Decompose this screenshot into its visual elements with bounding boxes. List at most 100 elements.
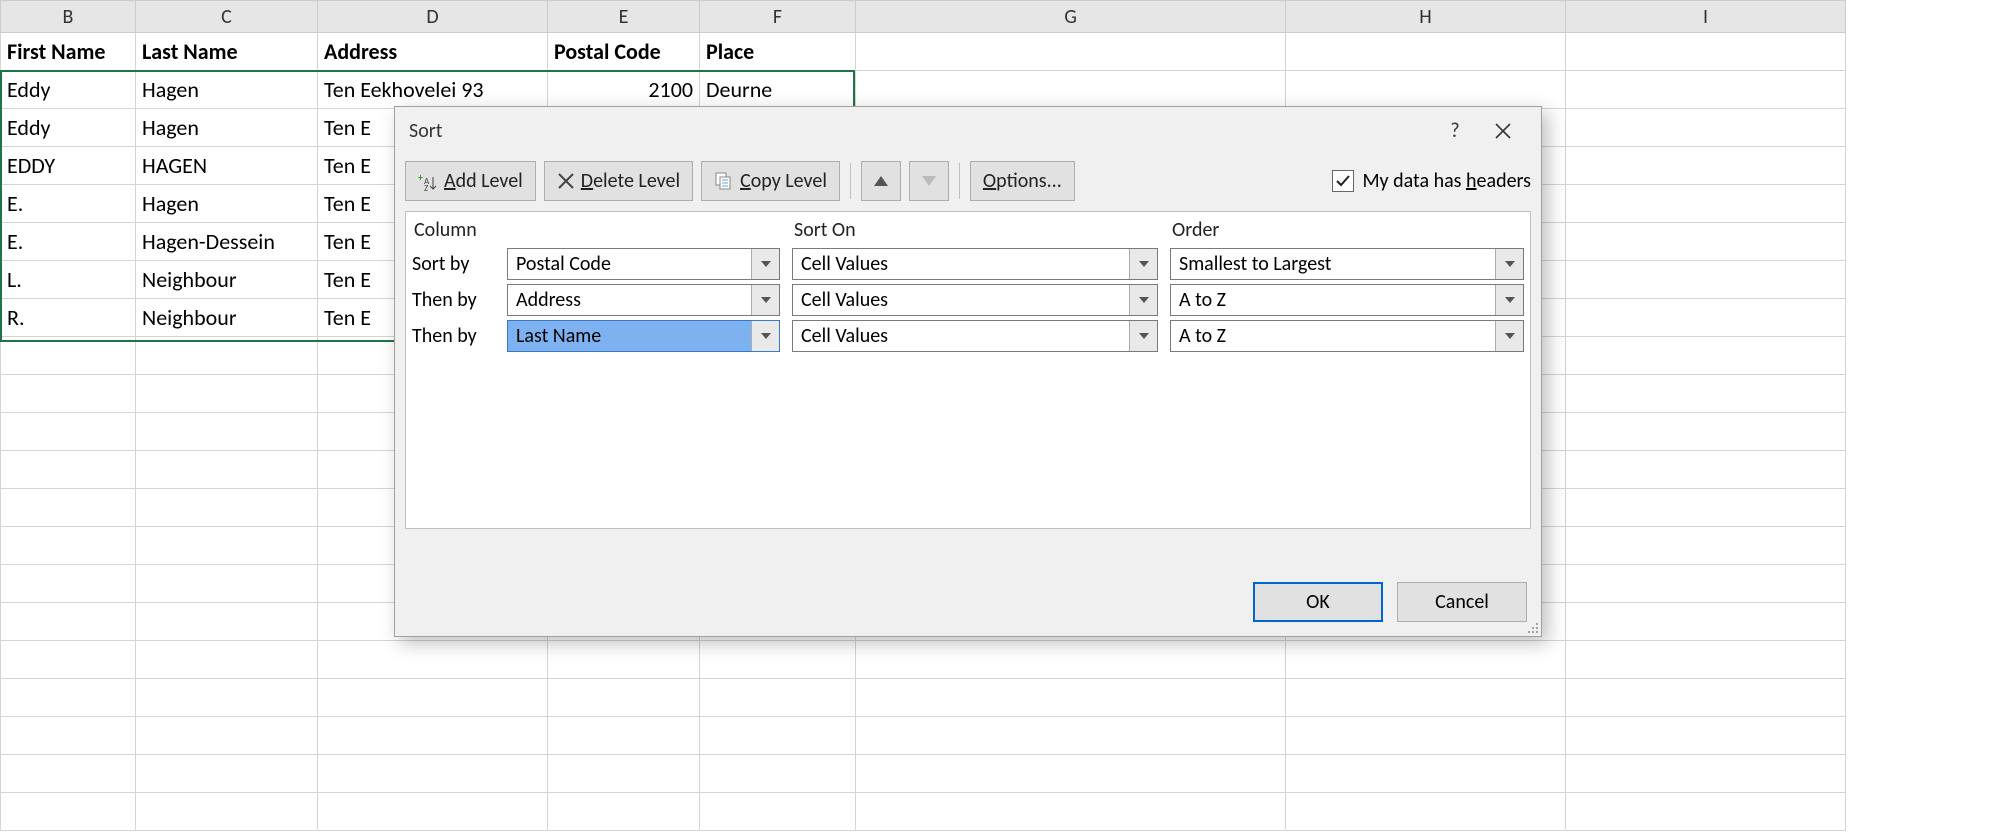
- active-cell[interactable]: Hagen: [136, 71, 318, 109]
- sort-level-label: Sort by: [406, 246, 501, 282]
- sort-level-row[interactable]: Then by Last Name Cell Values A to Z: [406, 318, 1530, 354]
- sort-order-combo[interactable]: A to Z: [1170, 284, 1524, 316]
- delete-level-button[interactable]: Delete Level: [544, 161, 693, 201]
- delete-level-icon: [557, 172, 575, 190]
- hdr-last-name[interactable]: Last Name: [136, 33, 318, 71]
- options-button[interactable]: Options...: [970, 161, 1075, 201]
- col-header-F[interactable]: F: [700, 1, 856, 33]
- headers-checkbox-label: My data has headers: [1362, 169, 1531, 193]
- sort-level-label: Then by: [406, 318, 501, 354]
- add-level-button[interactable]: + A Z Add Level: [405, 161, 536, 201]
- table-row[interactable]: [1, 717, 1846, 755]
- col-header-B[interactable]: B: [1, 1, 136, 33]
- cell[interactable]: Hagen: [136, 185, 318, 223]
- sort-order-value: A to Z: [1171, 321, 1495, 351]
- table-row[interactable]: [1, 793, 1846, 831]
- check-icon: [1335, 173, 1351, 189]
- delete-level-label: Delete Level: [581, 169, 680, 193]
- col-header-C[interactable]: C: [136, 1, 318, 33]
- cell[interactable]: E.: [1, 223, 136, 261]
- cell[interactable]: HAGEN: [136, 147, 318, 185]
- move-down-button[interactable]: [909, 161, 949, 201]
- cell[interactable]: R.: [1, 299, 136, 337]
- cell[interactable]: Eddy: [1, 109, 136, 147]
- sort-column-combo[interactable]: Address: [507, 284, 780, 316]
- column-header: Column: [406, 212, 691, 246]
- svg-text:Z: Z: [424, 183, 428, 191]
- table-row[interactable]: Eddy Hagen Ten Eekhovelei 93 2100 Deurne: [1, 71, 1846, 109]
- column-header-row[interactable]: B C D E F G H I: [1, 1, 1846, 33]
- sort-order-value: A to Z: [1171, 285, 1495, 315]
- chevron-down-icon: [1495, 321, 1523, 351]
- cell[interactable]: L.: [1, 261, 136, 299]
- copy-level-button[interactable]: Copy Level: [701, 161, 840, 201]
- hdr-address[interactable]: Address: [318, 33, 548, 71]
- chevron-down-icon: [751, 249, 779, 279]
- add-level-icon: + A Z: [418, 171, 438, 191]
- move-up-icon: [874, 176, 888, 186]
- sort-on-combo[interactable]: Cell Values: [792, 284, 1158, 316]
- sort-dialog: Sort ? + A Z Add Level Delete Level: [394, 106, 1542, 637]
- separator: [850, 163, 851, 199]
- sort-column-combo[interactable]: Postal Code: [507, 248, 780, 280]
- col-header-E[interactable]: E: [548, 1, 700, 33]
- options-label: Options...: [983, 169, 1062, 193]
- ok-button[interactable]: OK: [1253, 582, 1383, 622]
- sort-level-label: Then by: [406, 282, 501, 318]
- chevron-down-icon: [1129, 321, 1157, 351]
- sort-order-combo[interactable]: A to Z: [1170, 320, 1524, 352]
- col-header-G[interactable]: G: [856, 1, 1286, 33]
- cell[interactable]: Hagen-Dessein: [136, 223, 318, 261]
- sort-order-combo[interactable]: Smallest to Largest: [1170, 248, 1524, 280]
- add-level-label: Add Level: [444, 169, 523, 193]
- sort-level-row[interactable]: Then by Address Cell Values A to Z: [406, 282, 1530, 318]
- hdr-postal[interactable]: Postal Code: [548, 33, 700, 71]
- svg-text:+: +: [418, 171, 423, 184]
- move-up-button[interactable]: [861, 161, 901, 201]
- sort-column-combo[interactable]: Last Name: [507, 320, 780, 352]
- move-down-icon: [922, 176, 936, 186]
- sort-column-value: Postal Code: [508, 249, 751, 279]
- chevron-down-icon: [1129, 285, 1157, 315]
- chevron-down-icon: [751, 285, 779, 315]
- cell[interactable]: 2100: [548, 71, 700, 109]
- dialog-title: Sort: [409, 119, 1431, 143]
- close-icon: [1495, 123, 1511, 139]
- cell[interactable]: EDDY: [1, 147, 136, 185]
- col-header-H[interactable]: H: [1286, 1, 1566, 33]
- cell[interactable]: Deurne: [700, 71, 856, 109]
- dialog-titlebar[interactable]: Sort ?: [395, 107, 1541, 155]
- cell[interactable]: Hagen: [136, 109, 318, 147]
- table-row[interactable]: [1, 679, 1846, 717]
- col-header-D[interactable]: D: [318, 1, 548, 33]
- sort-on-combo[interactable]: Cell Values: [792, 320, 1158, 352]
- chevron-down-icon: [1495, 285, 1523, 315]
- sorton-header: Sort On: [786, 212, 1164, 246]
- hdr-first-name[interactable]: First Name: [1, 33, 136, 71]
- resize-grip-icon[interactable]: [1525, 620, 1539, 634]
- table-row[interactable]: [1, 641, 1846, 679]
- headers-checkbox[interactable]: [1332, 170, 1354, 192]
- chevron-down-icon: [1495, 249, 1523, 279]
- cancel-button[interactable]: Cancel: [1397, 582, 1527, 622]
- dialog-toolbar: + A Z Add Level Delete Level Copy Level: [395, 155, 1541, 211]
- chevron-down-icon: [1129, 249, 1157, 279]
- copy-level-icon: [714, 171, 734, 191]
- cell[interactable]: E.: [1, 185, 136, 223]
- close-button[interactable]: [1479, 111, 1527, 151]
- sort-order-value: Smallest to Largest: [1171, 249, 1495, 279]
- help-button[interactable]: ?: [1431, 111, 1479, 151]
- sort-on-combo[interactable]: Cell Values: [792, 248, 1158, 280]
- cell[interactable]: Ten Eekhovelei 93: [318, 71, 548, 109]
- table-row[interactable]: [1, 755, 1846, 793]
- table-header-row[interactable]: First Name Last Name Address Postal Code…: [1, 33, 1846, 71]
- hdr-place[interactable]: Place: [700, 33, 856, 71]
- cell[interactable]: Neighbour: [136, 299, 318, 337]
- cell[interactable]: Neighbour: [136, 261, 318, 299]
- copy-level-label: Copy Level: [740, 169, 827, 193]
- sort-level-row[interactable]: Sort by Postal Code Cell Values Smalle: [406, 246, 1530, 282]
- cell[interactable]: Eddy: [1, 71, 136, 109]
- dialog-button-row: OK Cancel: [395, 568, 1541, 636]
- sort-levels-panel: Column Sort On Order Sort by Postal Code…: [405, 211, 1531, 529]
- col-header-I[interactable]: I: [1566, 1, 1846, 33]
